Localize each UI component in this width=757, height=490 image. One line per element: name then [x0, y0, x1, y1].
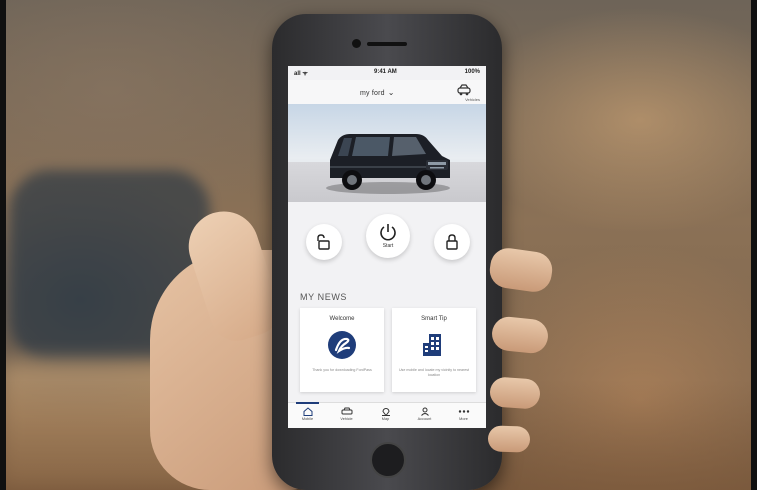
- finger-ring: [489, 376, 541, 410]
- start-button[interactable]: Start: [366, 214, 410, 258]
- tab-more[interactable]: More: [444, 405, 483, 427]
- vehicles-label: Vehicles: [465, 97, 480, 102]
- news-card-text: Thank you for downloading FordPass: [312, 368, 372, 372]
- smartphone: all ᯤ 9:41 AM 100% my ford ⌄ Vehicles St…: [272, 14, 502, 490]
- news-card-smart-tip[interactable]: Smart Tip Use mobile and locate my vicin…: [392, 308, 476, 392]
- car-list-icon[interactable]: [456, 84, 472, 96]
- front-camera: [352, 39, 361, 48]
- news-card-title: Welcome: [329, 316, 355, 322]
- power-icon: [380, 223, 396, 241]
- earpiece-speaker: [367, 42, 407, 46]
- tab-label: Map: [381, 417, 390, 421]
- my-news-heading: MY NEWS: [300, 292, 348, 302]
- vehicle-selector[interactable]: my ford ⌄: [360, 88, 395, 97]
- remote-controls: Start: [288, 202, 486, 286]
- suv-illustration: [326, 134, 450, 194]
- app-header: my ford ⌄ Vehicles: [288, 80, 486, 104]
- map-pin-icon: [381, 408, 390, 416]
- right-frame-edge: [751, 0, 757, 490]
- signal-indicator: all ᯤ: [294, 71, 308, 77]
- unlock-button[interactable]: [306, 224, 342, 260]
- news-card-welcome[interactable]: Welcome Thank you for downloading FordPa…: [300, 308, 384, 392]
- bottom-tab-bar: Mobile Vehicle Map Account More: [288, 402, 486, 428]
- vehicle-hero-image: [288, 104, 486, 202]
- finger-little: [487, 425, 531, 453]
- building-icon: [423, 334, 441, 356]
- phone-top-bezel: [272, 14, 502, 70]
- unlock-icon: [317, 234, 330, 250]
- status-time: 9:41 AM: [374, 69, 397, 75]
- car-icon: [341, 407, 352, 415]
- tab-label: Vehicle: [340, 417, 353, 421]
- status-bar: all ᯤ 9:41 AM 100%: [288, 66, 486, 80]
- tab-map[interactable]: Map: [366, 405, 405, 427]
- lock-icon: [446, 234, 458, 250]
- chevron-down-icon: ⌄: [387, 88, 395, 97]
- lock-button[interactable]: [434, 224, 470, 260]
- user-icon: [420, 407, 429, 416]
- vehicle-selector-label: my ford: [360, 90, 385, 97]
- welcome-logo-icon: [328, 331, 356, 359]
- start-label: Start: [382, 243, 394, 249]
- more-dots-icon: [458, 410, 469, 413]
- home-icon: [303, 407, 312, 416]
- left-frame-edge: [0, 0, 6, 490]
- tab-label: More: [459, 417, 468, 421]
- news-card-title: Smart Tip: [421, 316, 447, 322]
- app-screen: all ᯤ 9:41 AM 100% my ford ⌄ Vehicles St…: [288, 66, 486, 428]
- tab-mobile[interactable]: Mobile: [288, 402, 327, 427]
- tab-account[interactable]: Account: [405, 405, 444, 427]
- home-button[interactable]: [370, 442, 406, 478]
- tab-label: Mobile: [301, 417, 314, 421]
- tab-vehicle[interactable]: Vehicle: [327, 405, 366, 427]
- battery-indicator: 100%: [464, 69, 480, 75]
- news-card-text: Use mobile and locate my vicinity to nea…: [398, 368, 470, 377]
- tab-label: Account: [417, 417, 432, 421]
